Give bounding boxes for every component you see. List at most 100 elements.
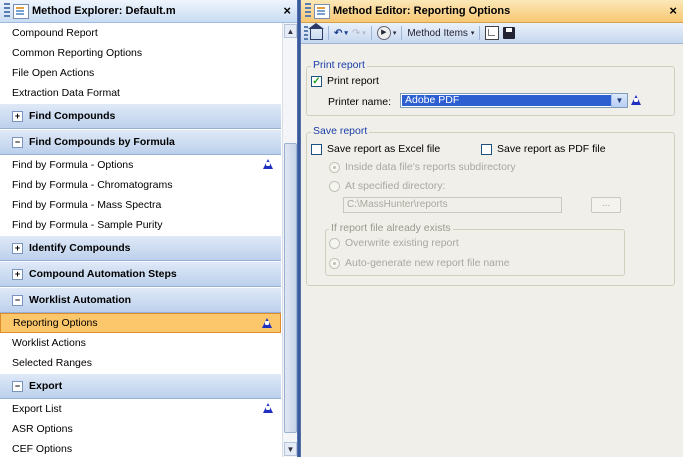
printer-name-label: Printer name: <box>328 96 392 108</box>
home-button[interactable] <box>308 23 324 41</box>
explorer-item[interactable]: CEF Options <box>0 439 281 457</box>
editor-window-icon <box>314 3 330 19</box>
save-excel-checkbox[interactable]: Save report as Excel file <box>311 143 440 155</box>
explorer-item[interactable]: Find by Formula - Options <box>0 155 281 175</box>
undo-dropdown-icon[interactable]: ▾ <box>344 29 348 37</box>
section-header[interactable]: − Find Compounds by Formula <box>0 129 281 155</box>
item-label: Export List <box>12 403 62 415</box>
print-report-check-icon: ✓ <box>311 75 322 87</box>
collapse-icon[interactable]: − <box>12 294 23 306</box>
radio-inside-subdirectory[interactable]: Inside data file's reports subdirectory <box>329 161 516 173</box>
browse-button[interactable]: ... <box>591 197 621 213</box>
explorer-item[interactable]: Find by Formula - Chromatograms <box>0 175 281 195</box>
section-header[interactable]: − Worklist Automation <box>0 287 281 313</box>
radio-selected-icon <box>329 161 340 173</box>
chevron-down-icon: ▾ <box>470 30 475 37</box>
section-header[interactable]: − Export <box>0 373 281 399</box>
item-label: Compound Report <box>12 27 98 39</box>
explorer-item[interactable]: Extraction Data Format <box>0 83 281 103</box>
chevron-down-icon[interactable]: ▼ <box>611 94 627 107</box>
section-label: Compound Automation Steps <box>29 268 177 280</box>
item-label: ASR Options <box>12 423 73 435</box>
explorer-item[interactable]: Selected Ranges <box>0 353 281 373</box>
directory-input[interactable]: C:\MassHunter\reports <box>343 197 562 213</box>
method-items-menu[interactable]: Method Items ▾ <box>407 25 474 41</box>
radio-icon <box>329 237 340 249</box>
section-header[interactable]: + Compound Automation Steps <box>0 261 281 287</box>
item-label: Find by Formula - Sample Purity <box>12 219 163 231</box>
section-header[interactable]: + Identify Compounds <box>0 235 281 261</box>
checkbox-icon <box>481 143 492 155</box>
editor-toolbar: ↶ ▾ ↷ ▾ ▶ ▾ Method Items ▾ <box>301 23 683 44</box>
save-excel-label: Save report as Excel file <box>327 143 441 155</box>
expand-icon[interactable]: + <box>12 110 23 122</box>
scroll-down-icon[interactable]: ▼ <box>284 442 297 456</box>
print-report-group-label: Print report <box>311 59 367 71</box>
warning-icon <box>262 318 272 328</box>
run-button[interactable]: ▶ ▾ <box>376 25 397 41</box>
explorer-list: Compound Report Common Reporting Options F… <box>0 23 281 457</box>
explorer-item[interactable]: Compound Report <box>0 23 281 43</box>
close-icon[interactable]: × <box>283 3 291 18</box>
explorer-item[interactable]: ASR Options <box>0 419 281 439</box>
new-method-icon <box>485 26 500 40</box>
radio-autogen-label: Auto-generate new report file name <box>345 257 510 269</box>
section-label: Find Compounds <box>29 110 116 122</box>
new-method-button[interactable] <box>485 25 500 41</box>
collapse-icon[interactable]: − <box>12 136 23 148</box>
section-header[interactable]: + Find Compounds <box>0 103 281 129</box>
explorer-item[interactable]: Worklist Actions <box>0 333 281 353</box>
explorer-title-bar: Method Explorer: Default.m × <box>0 0 297 23</box>
item-label: Find by Formula - Chromatograms <box>12 179 173 191</box>
radio-specified-directory[interactable]: At specified directory: <box>329 180 445 192</box>
item-label: Find by Formula - Mass Spectra <box>12 199 162 211</box>
item-label: Find by Formula - Options <box>12 159 134 171</box>
run-dropdown-icon[interactable]: ▾ <box>393 29 397 37</box>
save-pdf-checkbox[interactable]: Save report as PDF file <box>481 143 606 155</box>
item-label: Common Reporting Options <box>12 47 143 59</box>
toolbar-separator <box>328 26 329 40</box>
printer-select-value: Adobe PDF <box>402 95 611 106</box>
expand-icon[interactable]: + <box>12 268 23 280</box>
radio-overwrite[interactable]: Overwrite existing report <box>329 237 459 249</box>
undo-icon: ↶ <box>334 27 343 39</box>
grip-icon[interactable] <box>305 3 311 19</box>
toolbar-separator <box>401 26 403 40</box>
warning-icon <box>263 403 273 413</box>
item-label: CEF Options <box>12 443 73 455</box>
scroll-thumb[interactable] <box>284 143 297 433</box>
undo-button[interactable]: ↶ ▾ <box>334 25 348 41</box>
radio-auto-generate[interactable]: Auto-generate new report file name <box>329 257 510 269</box>
print-report-group <box>306 66 675 116</box>
section-label: Worklist Automation <box>29 294 132 306</box>
explorer-item[interactable]: File Open Actions <box>0 63 281 83</box>
print-report-checkbox[interactable]: ✓ Print report <box>311 75 379 87</box>
explorer-window-icon <box>13 3 29 19</box>
redo-icon: ↷ <box>351 27 361 39</box>
collapse-icon[interactable]: − <box>12 380 23 392</box>
redo-button[interactable]: ↷ ▾ <box>352 25 366 41</box>
radio-selected-icon <box>329 257 340 269</box>
explorer-item[interactable]: Find by Formula - Sample Purity <box>0 215 281 235</box>
item-label: Reporting Options <box>13 317 98 329</box>
explorer-item[interactable]: Common Reporting Options <box>0 43 281 63</box>
explorer-scrollbar[interactable]: ▲ ▼ <box>282 23 298 457</box>
save-report-group-label: Save report <box>311 125 370 137</box>
item-label: Selected Ranges <box>12 357 92 369</box>
method-editor-pane: Method Editor: Reporting Options × ↶ ▾ ↷ ▾… <box>301 0 683 457</box>
explorer-item[interactable]: Find by Formula - Mass Spectra <box>0 195 281 215</box>
warning-icon <box>631 95 641 105</box>
method-items-label: Method Items <box>407 27 468 39</box>
grip-icon[interactable] <box>4 3 10 19</box>
editor-title-bar: Method Editor: Reporting Options × <box>301 0 683 23</box>
explorer-item[interactable]: Export List <box>0 399 281 419</box>
redo-dropdown-icon[interactable]: ▾ <box>362 29 366 37</box>
save-icon <box>503 27 516 39</box>
close-icon[interactable]: × <box>669 3 677 18</box>
save-button[interactable] <box>503 25 516 41</box>
scroll-up-icon[interactable]: ▲ <box>284 24 297 38</box>
expand-icon[interactable]: + <box>12 242 23 254</box>
explorer-item[interactable]: Reporting Options <box>0 313 281 333</box>
printer-select[interactable]: Adobe PDF ▼ <box>400 93 628 108</box>
toolbar-separator <box>479 26 481 40</box>
